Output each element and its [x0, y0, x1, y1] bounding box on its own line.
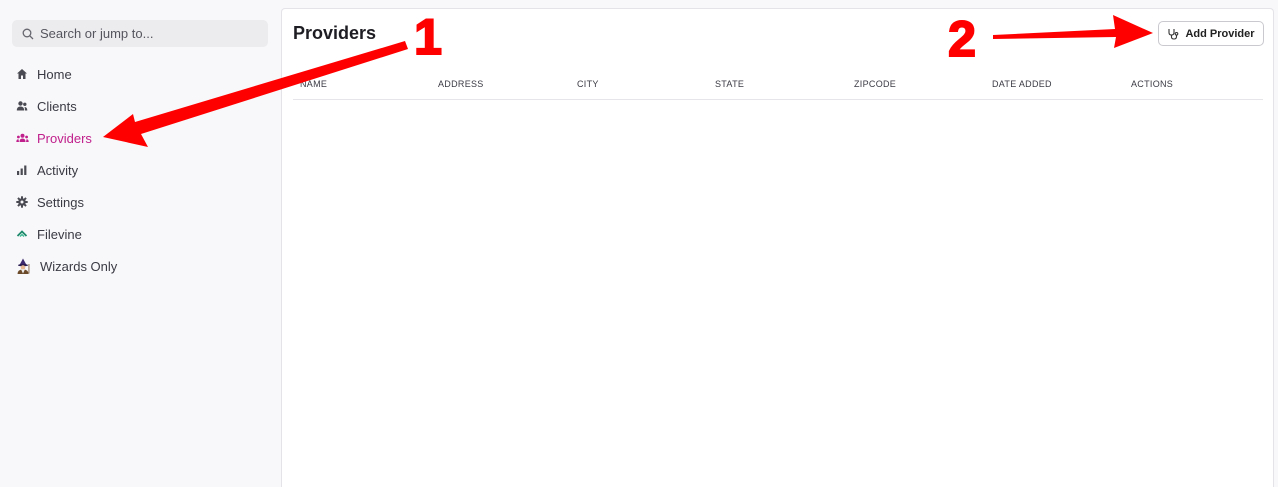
- bar-chart-icon: [14, 162, 30, 178]
- stethoscope-icon: [1167, 28, 1179, 40]
- search-input[interactable]: Search or jump to...: [12, 20, 268, 47]
- column-header-city[interactable]: CITY: [577, 79, 599, 89]
- gear-icon: [14, 194, 30, 210]
- sidebar-item-home[interactable]: Home: [14, 58, 264, 90]
- sidebar-nav: Home Clients Providers Activity Settings: [14, 58, 264, 282]
- sidebar-item-activity[interactable]: Activity: [14, 154, 264, 186]
- column-header-actions[interactable]: ACTIONS: [1131, 79, 1173, 89]
- group-icon: [14, 130, 30, 146]
- sidebar-item-label: Settings: [37, 194, 84, 210]
- column-header-name[interactable]: NAME: [300, 79, 327, 89]
- main-panel: Providers Add Provider NAME ADDRESS CITY…: [281, 8, 1274, 487]
- sidebar-item-label: Wizards Only: [40, 258, 118, 274]
- sidebar-item-filevine[interactable]: Filevine: [14, 218, 264, 250]
- sidebar-item-clients[interactable]: Clients: [14, 90, 264, 122]
- add-provider-button[interactable]: Add Provider: [1158, 21, 1264, 46]
- column-header-date-added[interactable]: DATE ADDED: [992, 79, 1052, 89]
- sidebar-item-label: Providers: [37, 130, 92, 146]
- providers-table-header: NAME ADDRESS CITY STATE ZIPCODE DATE ADD…: [293, 71, 1263, 100]
- page-title: Providers: [293, 23, 377, 43]
- column-header-zipcode[interactable]: ZIPCODE: [854, 79, 896, 89]
- home-icon: [14, 66, 30, 82]
- sidebar-item-label: Activity: [37, 162, 79, 178]
- sidebar-item-settings[interactable]: Settings: [14, 186, 264, 218]
- column-header-state[interactable]: STATE: [715, 79, 744, 89]
- search-icon: [22, 28, 34, 40]
- filevine-logo-icon: [14, 226, 30, 242]
- users-icon: [14, 98, 30, 114]
- wizard-icon: [14, 258, 32, 274]
- column-header-address[interactable]: ADDRESS: [438, 79, 484, 89]
- sidebar-item-label: Filevine: [37, 226, 82, 242]
- search-placeholder: Search or jump to...: [40, 26, 154, 41]
- sidebar-item-wizards-only[interactable]: Wizards Only: [14, 250, 264, 282]
- sidebar-item-providers[interactable]: Providers: [14, 122, 264, 154]
- sidebar-item-label: Clients: [37, 98, 77, 114]
- sidebar: Search or jump to... Home Clients Provid…: [0, 0, 280, 487]
- add-provider-label: Add Provider: [1185, 27, 1255, 40]
- sidebar-item-label: Home: [37, 66, 72, 82]
